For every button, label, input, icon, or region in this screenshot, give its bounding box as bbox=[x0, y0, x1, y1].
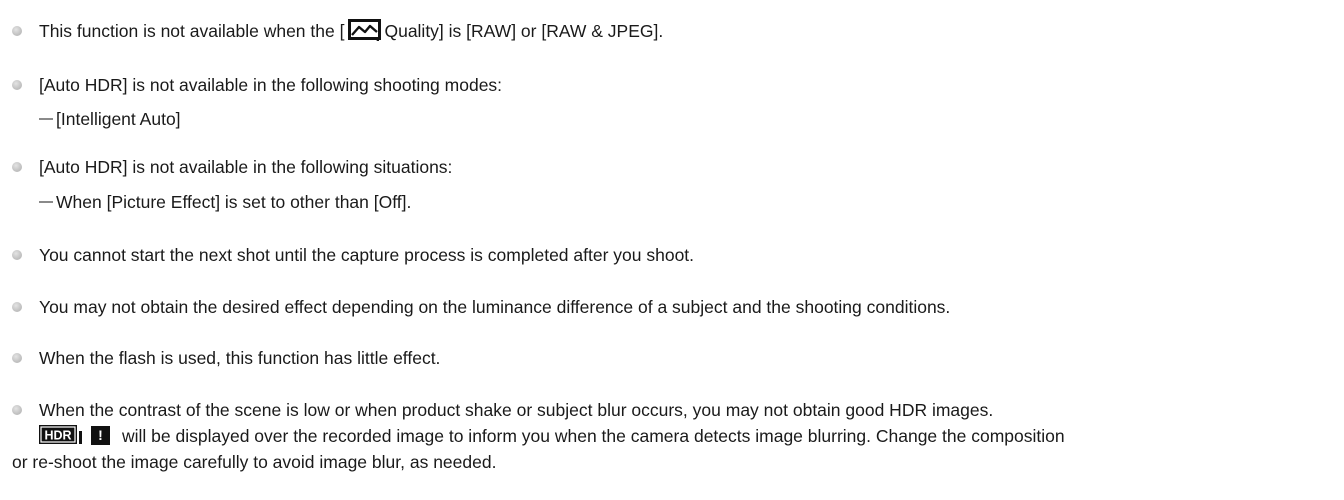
sub-item-text: When [Picture Effect] is set to other th… bbox=[56, 192, 412, 212]
note-text: When the flash is used, this function ha… bbox=[39, 348, 441, 368]
continuation-text: will be displayed over the recorded imag… bbox=[122, 426, 1065, 446]
note-text: You cannot start the next shot until the… bbox=[39, 245, 695, 265]
bullet-icon bbox=[12, 162, 22, 172]
image-quality-icon bbox=[348, 19, 382, 42]
note-text: You may not obtain the desired effect de… bbox=[39, 297, 951, 317]
dash-icon bbox=[39, 118, 53, 121]
sub-item-text: [Intelligent Auto] bbox=[56, 109, 181, 129]
notes-list: This function is not available when the … bbox=[0, 0, 1344, 500]
bullet-icon bbox=[12, 26, 22, 36]
note-continuation: HDR ! will be displayed over the recorded… bbox=[39, 425, 1065, 447]
bullet-icon bbox=[12, 405, 22, 415]
hdr-icon-label: HDR bbox=[44, 429, 71, 443]
note-text: [Auto HDR] is not available in the follo… bbox=[39, 157, 453, 177]
note-text-before: This function is not available when the … bbox=[39, 21, 345, 41]
bullet-icon bbox=[12, 250, 22, 260]
bullet-icon bbox=[12, 80, 22, 90]
warning-icon: ! bbox=[91, 425, 110, 445]
bullet-icon bbox=[12, 302, 22, 312]
bullet-icon bbox=[12, 353, 22, 363]
dash-icon bbox=[39, 201, 53, 204]
note-text: When the contrast of the scene is low or… bbox=[39, 400, 994, 420]
note-text: [Auto HDR] is not available in the follo… bbox=[39, 75, 503, 95]
hdr-icon: HDR bbox=[39, 425, 82, 445]
note-text-after: Quality] is [RAW] or [RAW & JPEG]. bbox=[384, 21, 664, 41]
note-text: This function is not available when the … bbox=[39, 19, 664, 43]
sub-item: [Intelligent Auto] bbox=[39, 108, 181, 130]
sub-item: When [Picture Effect] is set to other th… bbox=[39, 191, 411, 213]
note-continuation-2: or re-shoot the image carefully to avoid… bbox=[12, 452, 497, 472]
